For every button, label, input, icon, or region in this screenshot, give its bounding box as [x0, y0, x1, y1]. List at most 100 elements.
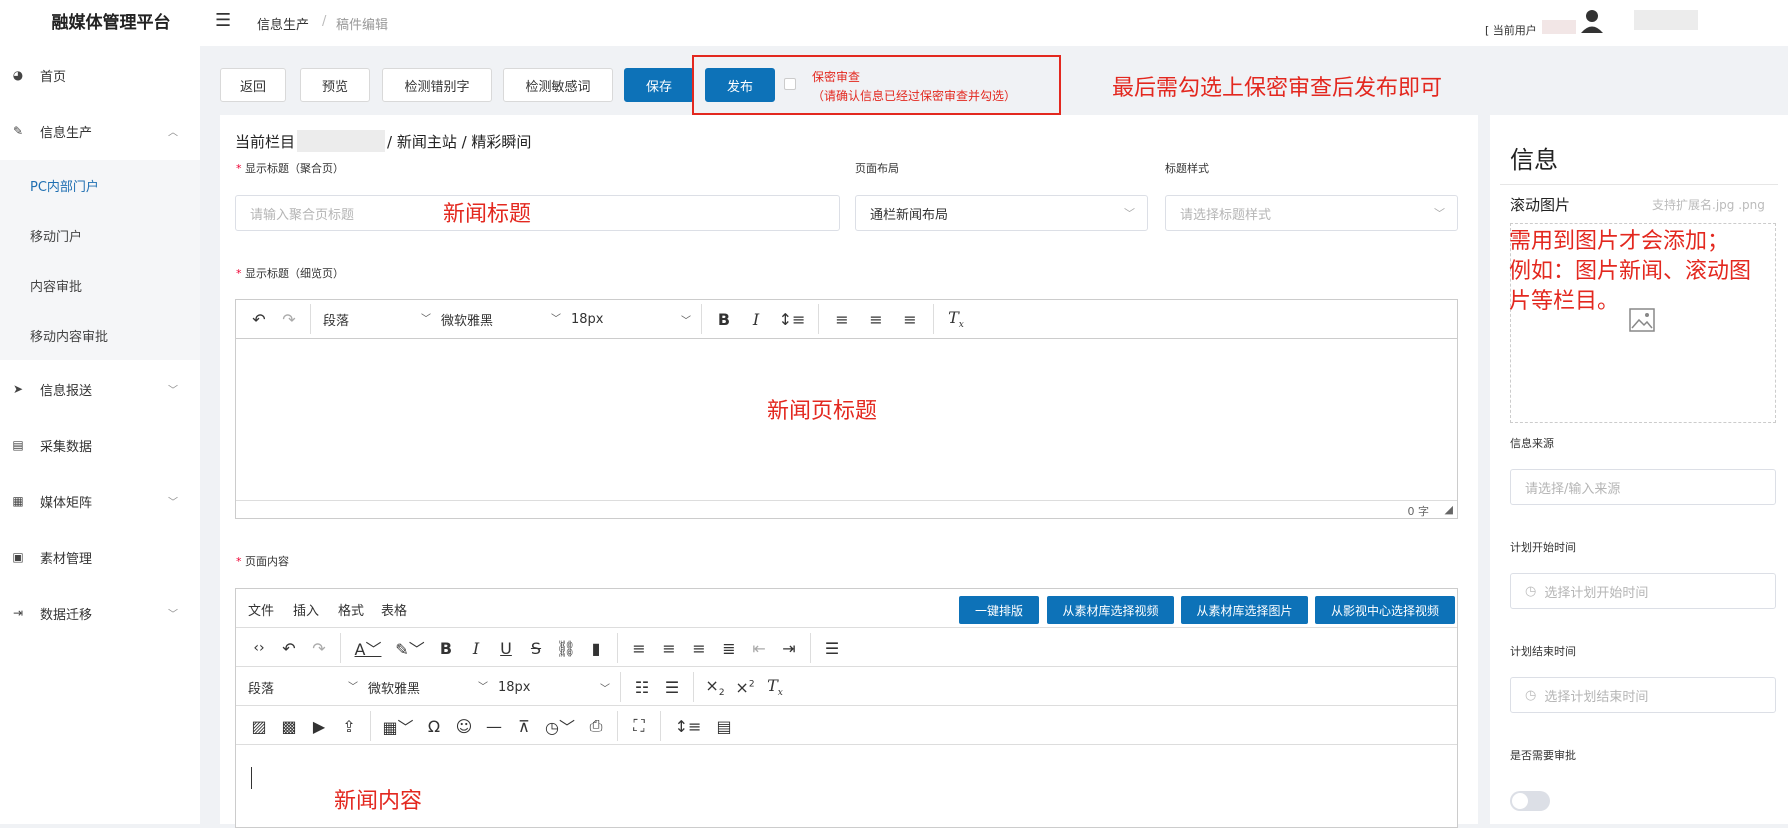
highlight-icon[interactable]: ✎﹀: [389, 636, 431, 660]
align-right-icon[interactable]: ≡: [893, 310, 927, 329]
indent-icon[interactable]: ⇥: [774, 639, 804, 658]
secret-review-hint: （请确认信息已经过保密审查并勾选）: [812, 89, 1017, 103]
title-aggregate-input[interactable]: 请输入聚合页标题: [235, 195, 840, 231]
fullscreen-icon[interactable]: ⛶: [624, 716, 654, 736]
select-video-button[interactable]: 从素材库选择视频: [1047, 596, 1174, 624]
align-justify-icon[interactable]: ≣: [714, 639, 744, 658]
publish-button[interactable]: 发布: [705, 68, 775, 102]
secret-review-checkbox[interactable]: [784, 78, 796, 90]
line-height-icon[interactable]: ↕≡: [667, 717, 709, 736]
sidebar-item-collect-data[interactable]: ▤ 采集数据: [0, 418, 200, 472]
menu-file[interactable]: 文件: [248, 600, 274, 619]
layout-select[interactable]: 通栏新闻布局 ﹀: [855, 195, 1148, 231]
sidebar-item-info-production[interactable]: ✎ 信息生产 ︿: [0, 104, 200, 158]
bold-icon[interactable]: B: [708, 310, 740, 329]
horizontal-rule-icon[interactable]: —: [479, 717, 509, 736]
check-typo-button[interactable]: 检测错别字: [382, 68, 492, 102]
paragraph-select[interactable]: 段落 ﹀: [244, 678, 362, 697]
back-button[interactable]: 返回: [220, 68, 286, 102]
paragraph-select[interactable]: 段落 ﹀: [317, 310, 435, 329]
undo-icon[interactable]: ↶: [244, 310, 274, 329]
title-style-label: 标题样式: [1165, 162, 1209, 175]
redo-icon[interactable]: ↷: [304, 639, 334, 658]
breadcrumb-item[interactable]: 信息生产: [257, 14, 309, 33]
align-center-icon[interactable]: ≡: [859, 310, 893, 329]
source-input[interactable]: 请选择/输入来源: [1510, 469, 1776, 505]
font-select[interactable]: 微软雅黑 ﹀: [362, 678, 492, 697]
numbered-list-icon[interactable]: ☰: [657, 678, 687, 697]
outdent-icon[interactable]: ⇤: [744, 639, 774, 658]
redo-icon[interactable]: ↷: [274, 310, 304, 329]
menu-format[interactable]: 格式: [338, 600, 364, 619]
start-time-input[interactable]: ◷ 选择计划开始时间: [1510, 573, 1776, 609]
preview-button[interactable]: 预览: [300, 68, 370, 102]
avatar[interactable]: [1580, 8, 1604, 34]
content-editor[interactable]: 文件 插入 格式 表格 一键排版 从素材库选择视频 从素材库选择图片 从影视中心…: [235, 588, 1458, 828]
undo-icon[interactable]: ↶: [274, 639, 304, 658]
sidebar-subitem-pc-portal[interactable]: PC内部门户: [0, 160, 200, 210]
menu-insert[interactable]: 插入: [293, 600, 319, 619]
image-placeholder-icon: [1629, 308, 1655, 332]
text-color-icon[interactable]: A﹀: [347, 636, 389, 660]
publish-annotation: 最后需勾选上保密审查后发布即可: [1112, 76, 1443, 101]
bullet-list-icon[interactable]: ☷: [627, 678, 657, 697]
line-break-icon[interactable]: ☰: [817, 639, 847, 658]
sidebar-item-info-report[interactable]: ➤ 信息报送 ﹀: [0, 362, 200, 416]
align-right-icon[interactable]: ≡: [684, 639, 714, 658]
table-icon[interactable]: ▦﹀: [377, 714, 419, 738]
divider: [1500, 184, 1778, 185]
source-code-icon[interactable]: ‹›: [244, 640, 274, 656]
font-select[interactable]: 微软雅黑 ﹀: [435, 310, 565, 329]
end-time-placeholder: 选择计划结束时间: [1544, 689, 1649, 705]
bookmark-icon[interactable]: ▮: [581, 639, 611, 658]
line-height-icon[interactable]: ↕≡: [772, 310, 812, 329]
page-break-icon[interactable]: ⊼: [509, 717, 539, 736]
image-icon[interactable]: ▨: [244, 717, 274, 736]
align-left-icon[interactable]: ≡: [825, 310, 859, 329]
subscript-icon[interactable]: ×2: [700, 676, 730, 698]
print-icon[interactable]: ⎙: [581, 716, 611, 736]
end-time-input[interactable]: ◷ 选择计划结束时间: [1510, 677, 1776, 713]
align-center-icon[interactable]: ≡: [654, 639, 684, 658]
italic-icon[interactable]: I: [740, 310, 772, 329]
superscript-icon[interactable]: ×2: [730, 678, 760, 697]
menu-table[interactable]: 表格: [381, 600, 407, 619]
word-import-icon[interactable]: ▤: [709, 717, 739, 736]
auto-format-button[interactable]: 一键排版: [959, 596, 1039, 624]
save-button[interactable]: 保存: [624, 68, 694, 102]
gallery-icon[interactable]: ▩: [274, 717, 304, 736]
title-style-select[interactable]: 请选择标题样式 ﹀: [1165, 195, 1458, 231]
sidebar-subitem-mobile-portal[interactable]: 移动门户: [0, 210, 200, 260]
sidebar-subitem-mobile-approval[interactable]: 移动内容审批: [0, 310, 200, 360]
resize-handle-icon[interactable]: ◢: [1445, 503, 1453, 516]
sidebar-item-assets[interactable]: ▣ 素材管理: [0, 530, 200, 584]
emoji-icon[interactable]: ☺: [449, 717, 479, 736]
sidebar-subitem-content-approval[interactable]: 内容审批: [0, 260, 200, 310]
char-count: 0 字: [1407, 505, 1430, 518]
font-size-select[interactable]: 18px ﹀: [565, 312, 695, 327]
sidebar-item-media-matrix[interactable]: ▦ 媒体矩阵 ﹀: [0, 474, 200, 528]
menu-collapse-icon[interactable]: ☰: [215, 10, 231, 31]
clear-format-icon[interactable]: Tx: [760, 676, 790, 698]
special-char-icon[interactable]: Ω: [419, 717, 449, 736]
upload-folder-icon[interactable]: ⇪: [334, 717, 364, 736]
select-image-button[interactable]: 从素材库选择图片: [1181, 596, 1308, 624]
strikethrough-icon[interactable]: S: [521, 639, 551, 658]
video-icon[interactable]: ▶: [304, 717, 334, 736]
sidebar-item-data-migration[interactable]: ⇥ 数据迁移 ﹀: [0, 586, 200, 640]
select-film-video-button[interactable]: 从影视中心选择视频: [1315, 596, 1455, 624]
underline-icon[interactable]: U: [491, 639, 521, 658]
italic-icon[interactable]: I: [461, 639, 491, 658]
datetime-icon[interactable]: ◷﹀: [539, 714, 581, 738]
bold-icon[interactable]: B: [431, 639, 461, 658]
title-detail-editor[interactable]: ↶ ↷ 段落 ﹀ 微软雅黑 ﹀ 18px ﹀ B I ↕≡ ≡ ≡ ≡ Tx 新闻页标…: [235, 299, 1458, 519]
font-size-select[interactable]: 18px ﹀: [492, 680, 614, 695]
approval-toggle[interactable]: [1510, 791, 1550, 811]
align-left-icon[interactable]: ≡: [624, 639, 654, 658]
clear-format-icon[interactable]: Tx: [940, 308, 972, 330]
chevron-down-icon: ﹀: [168, 497, 178, 509]
link-icon[interactable]: ⛓: [551, 639, 581, 658]
sidebar-item-home[interactable]: ◕ 首页: [0, 48, 200, 102]
breadcrumb-item: 稿件编辑: [336, 18, 389, 33]
check-sensitive-button[interactable]: 检测敏感词: [503, 68, 613, 102]
